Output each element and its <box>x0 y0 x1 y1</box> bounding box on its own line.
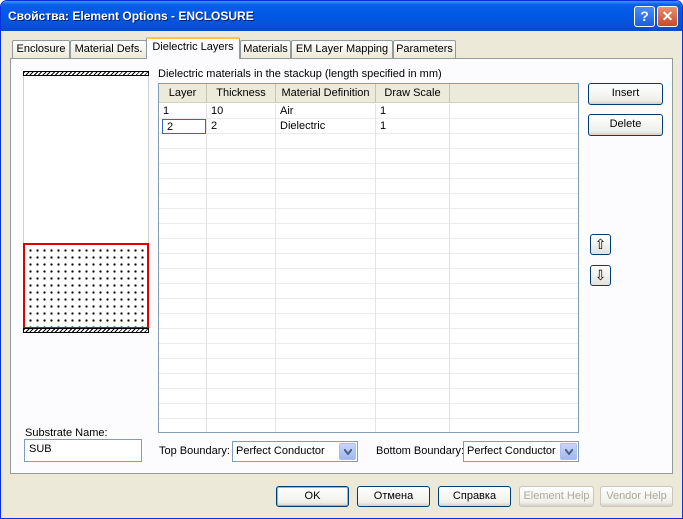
cell-draw-scale[interactable]: 1 <box>376 119 450 134</box>
column-header-thickness[interactable]: Thickness <box>207 84 276 103</box>
grid-divider <box>275 104 276 432</box>
grid-divider <box>206 104 207 432</box>
ok-button[interactable]: OK <box>276 486 349 507</box>
help-button[interactable]: Справка <box>438 486 511 507</box>
stackup-caption: Dielectric materials in the stackup (len… <box>158 68 442 80</box>
tab-em-layer-mapping[interactable]: EM Layer Mapping <box>291 40 393 58</box>
table-row[interactable]: 2 2 Dielectric 1 <box>159 119 578 134</box>
arrow-up-icon[interactable]: ⇧ <box>590 234 611 255</box>
chevron-down-icon[interactable] <box>560 443 577 460</box>
top-boundary-label: Top Boundary: <box>159 445 230 457</box>
tab-material-defs[interactable]: Material Defs. <box>70 40 147 58</box>
substrate-name-label: Substrate Name: <box>25 427 108 439</box>
cell-layer[interactable]: 1 <box>159 104 207 119</box>
tab-dielectric-layers[interactable]: Dielectric Layers <box>146 37 240 59</box>
vendor-help-button[interactable]: Vendor Help <box>600 486 673 507</box>
cell-thickness[interactable]: 2 <box>207 119 276 134</box>
chevron-down-icon[interactable] <box>339 443 356 460</box>
help-icon[interactable]: ? <box>634 6 655 27</box>
dielectric-layer-highlight <box>23 243 149 329</box>
grid-divider <box>449 104 450 432</box>
insert-button[interactable]: Insert <box>588 83 663 105</box>
bottom-boundary-label: Bottom Boundary: <box>376 445 465 457</box>
cell-draw-scale[interactable]: 1 <box>376 104 450 119</box>
grid-divider <box>375 104 376 432</box>
cell-thickness[interactable]: 10 <box>207 104 276 119</box>
bottom-boundary-hatch <box>23 328 149 333</box>
top-boundary-value: Perfect Conductor <box>236 445 325 457</box>
table-header: Layer Thickness Material Definition Draw… <box>159 84 578 103</box>
cell-material[interactable]: Dielectric <box>276 119 376 134</box>
tab-parameters[interactable]: Parameters <box>393 40 456 58</box>
bottom-boundary-select[interactable]: Perfect Conductor <box>463 441 579 462</box>
top-boundary-select[interactable]: Perfect Conductor <box>232 441 358 462</box>
cell-layer[interactable]: 2 <box>162 119 206 134</box>
element-options-dialog: Свойства: Element Options - ENCLOSURE ? … <box>0 0 683 519</box>
cell-material[interactable]: Air <box>276 104 376 119</box>
cancel-button[interactable]: Отмена <box>357 486 430 507</box>
title-bar: Свойства: Element Options - ENCLOSURE ? … <box>1 1 682 31</box>
tab-materials[interactable]: Materials <box>240 40 291 58</box>
close-icon[interactable]: ✕ <box>657 6 678 27</box>
bottom-boundary-value: Perfect Conductor <box>467 445 556 457</box>
column-header-draw-scale[interactable]: Draw Scale <box>376 84 450 103</box>
element-help-button[interactable]: Element Help <box>519 486 594 507</box>
window-title: Свойства: Element Options - ENCLOSURE <box>8 9 254 23</box>
table-row[interactable]: 1 10 Air 1 <box>159 104 578 119</box>
arrow-down-icon[interactable]: ⇩ <box>590 265 611 286</box>
delete-button[interactable]: Delete <box>588 114 663 136</box>
tab-enclosure[interactable]: Enclosure <box>12 40 70 58</box>
column-header-material-definition[interactable]: Material Definition <box>276 84 376 103</box>
top-boundary-hatch <box>23 71 149 76</box>
column-header-layer[interactable]: Layer <box>159 84 207 103</box>
table-body: 1 10 Air 1 2 2 Dielectric 1 <box>159 104 578 432</box>
dielectric-layers-table: Layer Thickness Material Definition Draw… <box>158 83 579 433</box>
substrate-name-input[interactable]: SUB <box>24 439 142 462</box>
